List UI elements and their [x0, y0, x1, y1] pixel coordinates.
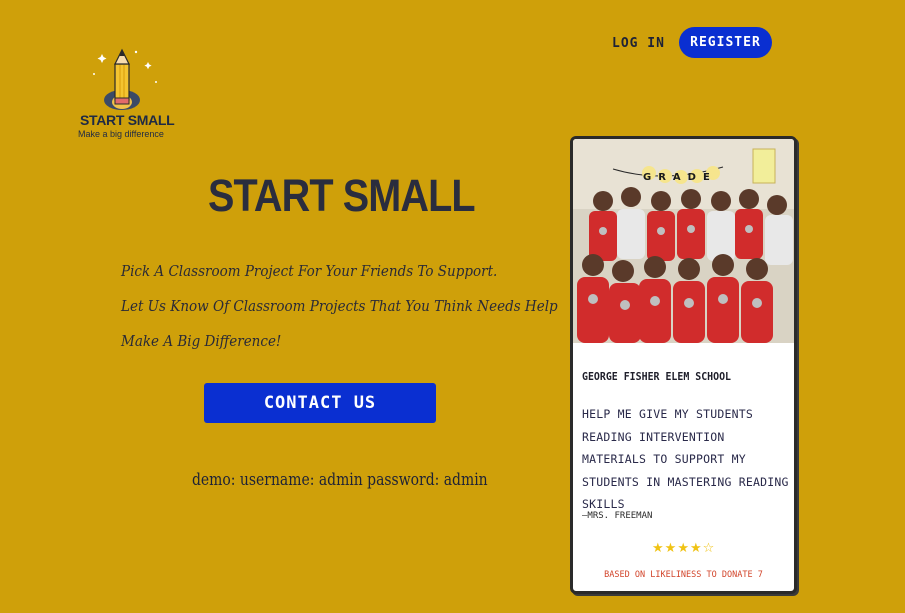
demo-credentials: demo: username: admin password: admin [192, 470, 488, 490]
contact-us-button[interactable]: CONTACT US [204, 383, 436, 423]
tagline-list: Pick A Classroom Project For Your Friend… [121, 254, 606, 359]
tagline: Let Us Know Of Classroom Projects That Y… [121, 297, 558, 315]
classroom-photo: GRADE [573, 139, 794, 343]
star-icon: ★ [664, 541, 677, 556]
project-card[interactable]: GRADE GEORGE FISHER ELEM SCHOOL HELP ME … [570, 136, 797, 594]
hero-title: START SMALL [208, 170, 476, 221]
star-icon: ★ [652, 541, 664, 556]
login-link[interactable]: LOG IN [612, 36, 665, 51]
rating-caption: BASED ON LIKELINESS TO DONATE 7 [604, 570, 763, 580]
star-outline-icon: ☆ [702, 541, 715, 556]
register-button[interactable]: REGISTER [678, 27, 772, 58]
top-nav: LOG IN REGISTER [612, 27, 772, 58]
star-icon: ★ [677, 541, 689, 556]
photo-banner-text: GRADE [643, 172, 717, 183]
rating-stars: ★ ★ ★ ★ ☆ [652, 542, 714, 555]
school-name: GEORGE FISHER ELEM SCHOOL [582, 370, 732, 383]
logo-subtitle: Make a big difference [78, 129, 164, 139]
teacher-name: —MRS. FREEMAN [582, 511, 653, 521]
pencil-rocket-icon [93, 48, 157, 110]
logo[interactable]: START SMALL Make a big difference [76, 46, 175, 142]
logo-title: START SMALL [80, 112, 175, 128]
project-description: HELP ME GIVE MY STUDENTS READING INTERVE… [582, 407, 789, 511]
tagline: Pick A Classroom Project For Your Friend… [121, 262, 498, 280]
tagline: Make A Big Difference! [121, 332, 282, 350]
star-icon: ★ [689, 541, 702, 556]
